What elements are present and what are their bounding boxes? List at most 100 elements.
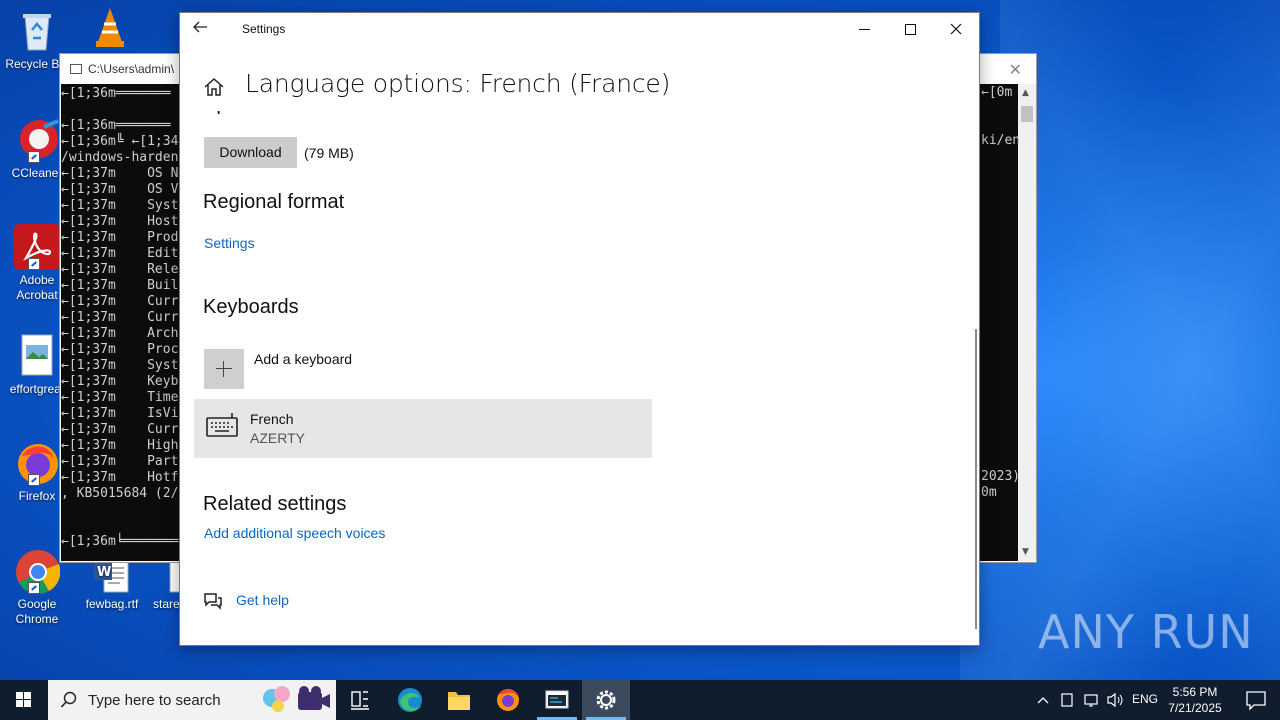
console-line: ←[1;37m Keyb	[61, 374, 179, 389]
svg-text:W: W	[97, 565, 111, 580]
firefox-icon	[14, 440, 60, 486]
console-app-icon	[70, 64, 82, 74]
page-title: Language options: French (France)	[245, 69, 671, 98]
image-file-icon	[14, 333, 60, 379]
system-tray: ENG	[1034, 680, 1158, 720]
minimize-icon	[858, 28, 870, 30]
console-scroll-thumb[interactable]	[1021, 106, 1033, 122]
add-keyboard-plus-icon[interactable]	[204, 349, 244, 389]
download-button[interactable]: Download	[204, 137, 297, 168]
desktop-icon-vlc[interactable]	[73, 4, 147, 53]
desktop: Recycle Bin CCleaner Adobe Acrobat effor…	[0, 0, 1280, 680]
notification-icon	[1246, 691, 1266, 711]
taskbar-file-explorer[interactable]	[435, 680, 483, 720]
taskbar-search-box[interactable]: Type here to search	[48, 680, 336, 720]
regional-settings-link[interactable]: Settings	[204, 235, 255, 251]
console-line: ←[1;36m═══════	[61, 86, 171, 101]
console-line: ←[1;37m Hotf	[61, 470, 179, 485]
maximize-icon	[904, 23, 916, 35]
console-line: ←[1;37m Curr	[61, 422, 179, 437]
anyrun-watermark: ANY RUN	[1038, 605, 1254, 659]
language-indicator[interactable]: ENG	[1132, 692, 1158, 706]
get-help-icon	[203, 592, 223, 610]
firefox-icon	[497, 689, 519, 711]
settings-titlebar[interactable]: Settings	[180, 13, 979, 45]
console-right-text: 2023)	[981, 469, 1021, 484]
minimize-button[interactable]	[841, 13, 887, 45]
taskbar-edge[interactable]	[386, 680, 434, 720]
close-button[interactable]	[933, 13, 979, 45]
keyboards-heading: Keyboards	[203, 296, 299, 318]
console-line: ←[1;37m IsVi	[61, 406, 179, 421]
console-scrollbar[interactable]: ▲ ▼	[1018, 84, 1036, 561]
scroll-down-icon[interactable]: ▼	[1022, 547, 1029, 557]
console-app-icon	[545, 690, 569, 709]
get-help-link[interactable]: Get help	[236, 592, 289, 608]
page-header: Language options: French (France)	[180, 69, 974, 111]
console-line: ←[1;36m╚ ←[1;34	[61, 134, 179, 149]
console-line: ←[1;37m OS N	[61, 166, 179, 181]
maximize-button[interactable]	[887, 13, 933, 45]
console-close-icon[interactable]: ✕	[1009, 60, 1022, 79]
console-line: ←[1;37m Time	[61, 390, 179, 405]
task-view-button[interactable]	[336, 680, 384, 720]
settings-scrollbar[interactable]	[975, 329, 977, 629]
word-document-icon: W	[92, 558, 132, 594]
console-line: ←[1;37m Edit	[61, 246, 179, 261]
scroll-up-icon[interactable]: ▲	[1022, 88, 1029, 98]
desktop-icon-fewbag[interactable]: W fewbag.rtf	[75, 558, 149, 612]
clock-time: 5:56 PM	[1172, 685, 1218, 699]
window-title: Settings	[242, 22, 286, 36]
console-line: ←[1;37m Curr	[61, 294, 179, 309]
home-icon[interactable]	[202, 75, 226, 99]
settings-window[interactable]: Settings Speech Language options: French…	[179, 12, 980, 646]
add-keyboard-button[interactable]: Add a keyboard	[254, 351, 352, 367]
search-icon	[60, 691, 77, 708]
console-line: ←[1;37m Syst	[61, 198, 179, 213]
notifications-button[interactable]	[1232, 680, 1280, 720]
back-arrow-icon[interactable]	[192, 19, 216, 39]
console-line: ←[1;37m Prod	[61, 230, 179, 245]
console-line: /windows-harden	[61, 150, 179, 165]
search-highlight-icon	[263, 686, 330, 712]
acrobat-icon	[14, 224, 60, 270]
console-line: ←[1;37m Curr	[61, 310, 179, 325]
keyboard-layout: AZERTY	[250, 430, 305, 446]
console-right-text: 0m	[981, 485, 997, 500]
ccleaner-icon	[14, 117, 60, 163]
close-icon	[950, 23, 962, 35]
console-line: ←[1;37m Part	[61, 454, 179, 469]
console-line: ←[1;37m Syst	[61, 358, 179, 373]
speech-voices-link[interactable]: Add additional speech voices	[204, 525, 385, 541]
console-right-text: ←[0m	[981, 85, 1013, 100]
search-placeholder: Type here to search	[88, 692, 221, 709]
keyboard-name: French	[250, 411, 294, 427]
console-line: ←[1;37m Rele	[61, 262, 179, 277]
clock-date: 7/21/2025	[1168, 701, 1222, 715]
console-line: ←[1;37m Arch	[61, 326, 179, 341]
console-line: ←[1;37m Host	[61, 214, 179, 229]
task-view-icon	[351, 691, 369, 710]
windows-logo-icon	[16, 692, 31, 707]
start-button[interactable]	[0, 680, 48, 720]
folder-icon	[448, 692, 470, 710]
chrome-icon	[14, 548, 61, 594]
keyboard-icon	[206, 412, 238, 438]
taskbar-settings[interactable]	[582, 680, 630, 720]
recycle-bin-icon	[14, 8, 60, 54]
console-line: ←[1;36m═══════	[61, 118, 171, 133]
taskbar-firefox[interactable]	[484, 680, 532, 720]
download-size: (79 MB)	[304, 145, 354, 161]
console-line: ←[1;37m Proc	[61, 342, 179, 357]
console-line: ←[1;37m Buil	[61, 278, 179, 293]
keyboard-list-item[interactable]: French AZERTY	[194, 399, 652, 458]
edge-icon	[398, 688, 422, 712]
console-right-text: ki/en	[981, 133, 1021, 148]
taskbar-clock[interactable]: 5:56 PM 7/21/2025	[1160, 684, 1230, 716]
gear-icon	[596, 690, 616, 710]
console-line: ←[1;37m High	[61, 438, 179, 453]
console-line: , KB5015684 (2/	[61, 486, 179, 501]
console-line: ←[1;37m OS V	[61, 182, 179, 197]
related-settings-heading: Related settings	[203, 493, 347, 515]
taskbar-console[interactable]	[533, 680, 581, 720]
